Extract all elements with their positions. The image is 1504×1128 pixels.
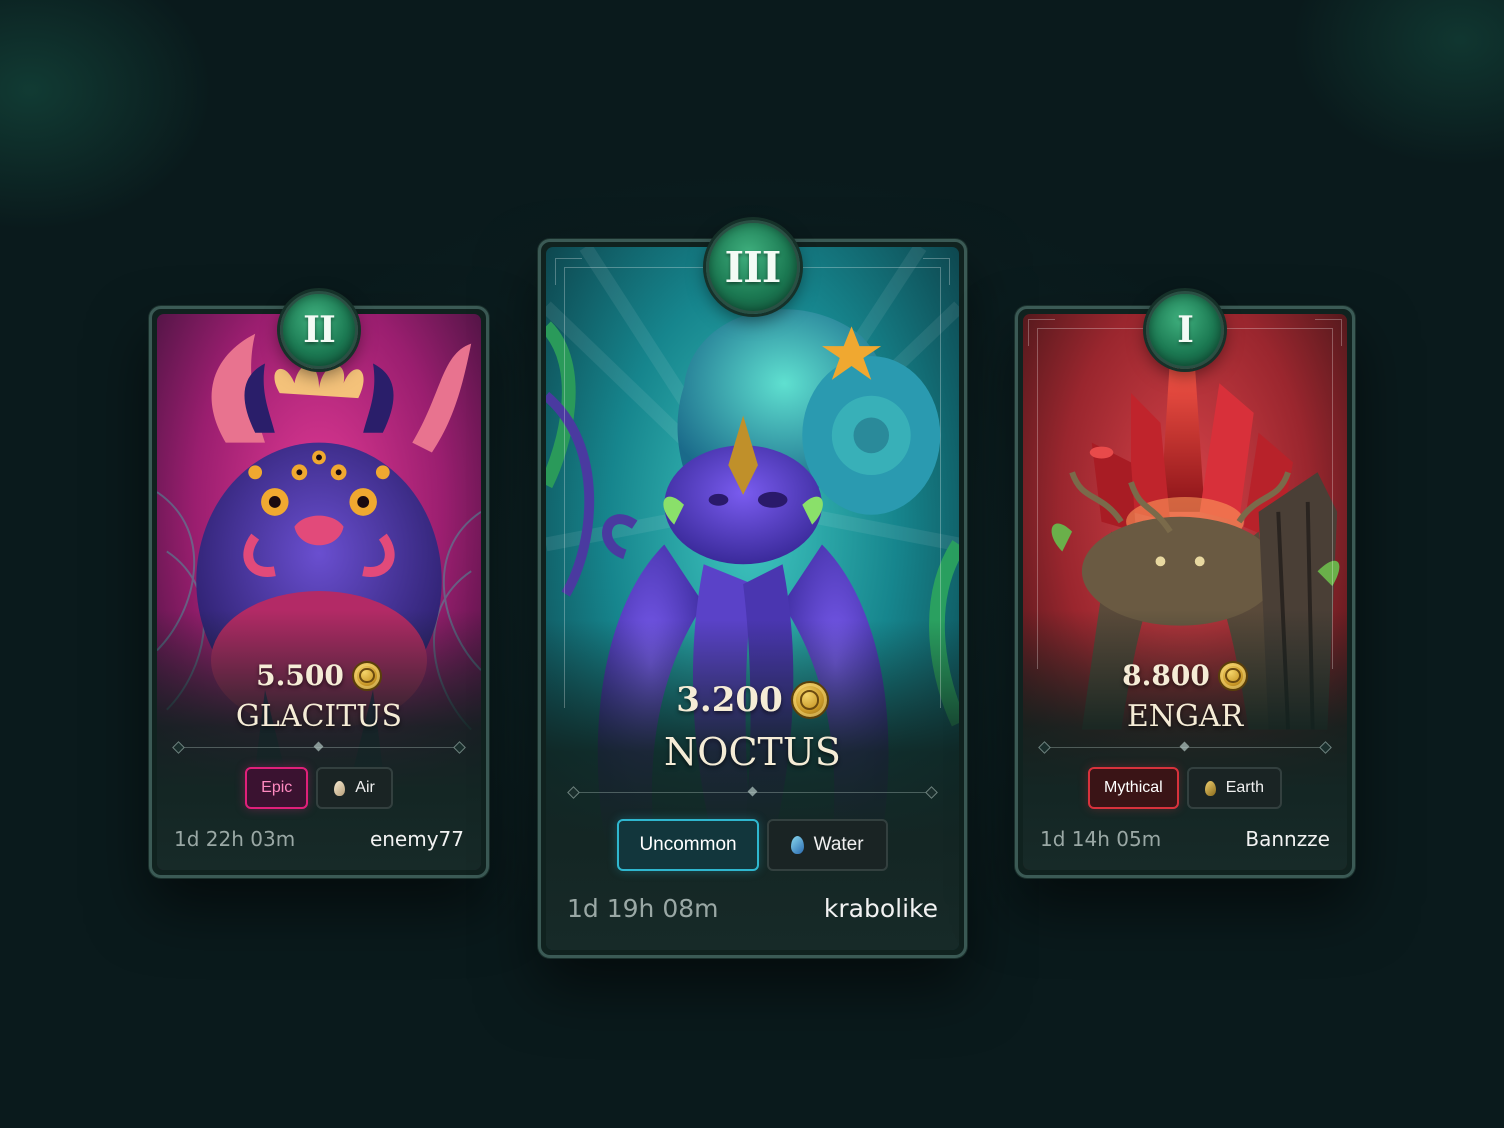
card-engar[interactable]: I 8.800 ENGAR Mythical Earth 1d 14h 05m … xyxy=(1015,291,1355,878)
card-noctus[interactable]: III 3.200 NOCTUS Uncommon Water 1d 19h 0… xyxy=(538,220,967,958)
card-footer: 1d 22h 03m enemy77 xyxy=(174,827,464,851)
element-badge-water[interactable]: Water xyxy=(766,819,888,871)
gold-coin-icon xyxy=(790,681,829,719)
water-crystal-icon xyxy=(790,836,804,854)
tag-row: Epic Air xyxy=(152,767,486,809)
rarity-label: Epic xyxy=(261,779,293,796)
rank-numeral: I xyxy=(1177,309,1194,351)
auction-timer: 1d 22h 03m xyxy=(174,827,296,851)
card-footer: 1d 19h 08m krabolike xyxy=(567,894,938,923)
creature-name: GLACITUS xyxy=(235,699,403,734)
element-badge-air[interactable]: Air xyxy=(316,767,393,809)
owner-name[interactable]: Bannzze xyxy=(1245,827,1330,851)
rank-numeral: III xyxy=(724,242,782,292)
rarity-label: Mythical xyxy=(1104,779,1163,796)
card-glacitus[interactable]: II 5.500 GLACITUS Epic Air 1d 22h 03m en… xyxy=(149,291,489,878)
gold-coin-icon xyxy=(351,660,382,691)
creature-name: ENGAR xyxy=(1126,699,1244,734)
price-row: 5.500 xyxy=(152,659,486,692)
price-value: 3.200 xyxy=(676,680,783,720)
air-crystal-icon xyxy=(334,780,346,796)
auction-timer: 1d 19h 08m xyxy=(567,894,719,923)
rarity-badge-epic[interactable]: Epic xyxy=(245,767,309,809)
rank-medallion: II xyxy=(280,291,358,369)
element-badge-earth[interactable]: Earth xyxy=(1186,767,1282,809)
divider xyxy=(567,786,938,799)
price-value: 5.500 xyxy=(256,659,344,692)
price-row: 3.200 xyxy=(541,680,964,720)
tag-row: Mythical Earth xyxy=(1018,767,1352,809)
rank-medallion: I xyxy=(1146,291,1224,369)
divider xyxy=(1038,741,1332,754)
rarity-label: Uncommon xyxy=(639,834,737,855)
owner-name[interactable]: krabolike xyxy=(824,894,938,923)
element-label: Earth xyxy=(1225,779,1264,796)
rarity-badge-mythical[interactable]: Mythical xyxy=(1088,767,1179,809)
element-label: Water xyxy=(813,834,864,855)
tag-row: Uncommon Water xyxy=(541,819,964,871)
owner-name[interactable]: enemy77 xyxy=(370,827,464,851)
divider xyxy=(172,741,466,754)
rank-numeral: II xyxy=(303,309,336,351)
rarity-badge-uncommon[interactable]: Uncommon xyxy=(617,819,759,871)
price-row: 8.800 xyxy=(1018,659,1352,692)
card-footer: 1d 14h 05m Bannzze xyxy=(1040,827,1330,851)
earth-crystal-icon xyxy=(1204,780,1216,796)
price-value: 8.800 xyxy=(1122,659,1210,692)
auction-timer: 1d 14h 05m xyxy=(1040,827,1162,851)
element-label: Air xyxy=(355,779,375,796)
gold-coin-icon xyxy=(1217,660,1248,691)
creature-name: NOCTUS xyxy=(664,730,841,774)
rank-medallion: III xyxy=(705,220,800,314)
